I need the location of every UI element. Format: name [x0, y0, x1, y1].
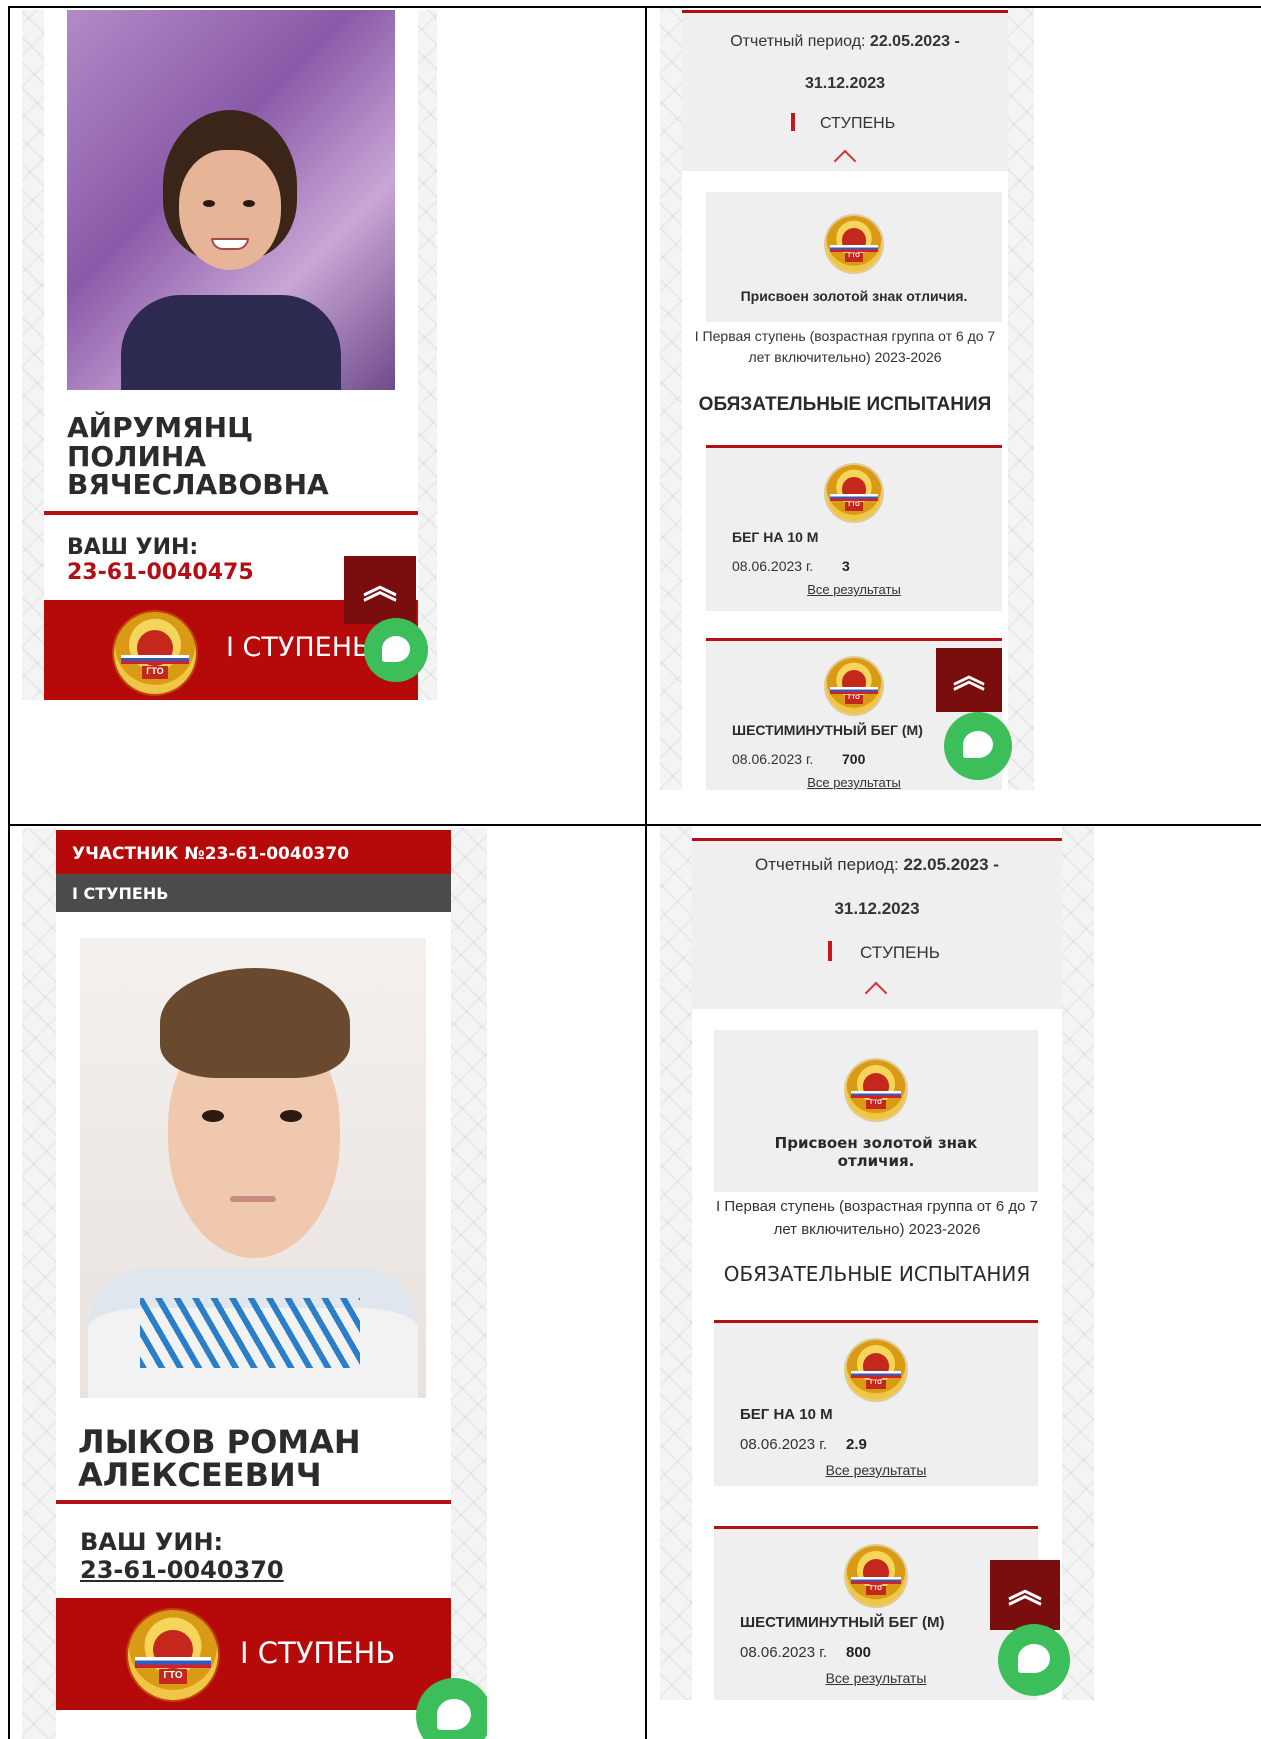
chat-bubble-icon — [437, 1699, 471, 1730]
scroll-top-button[interactable]: ︽ — [990, 1560, 1060, 1630]
double-chevron-up-icon: ︽ — [1008, 1572, 1042, 1610]
stage-roman-mark — [828, 941, 832, 961]
participant-photo — [80, 938, 426, 1398]
results-screenshot-d: Отчетный период: 22.05.2023 - 31.12.2023… — [660, 826, 1094, 1700]
all-results-link[interactable]: Все результаты — [714, 1462, 1038, 1478]
stage-header-bar: I СТУПЕНЬ — [56, 874, 451, 912]
name-divider — [44, 511, 418, 515]
uin-value[interactable]: 23-61-0040475 — [67, 560, 254, 585]
participant-name: ЛЫКОВ РОМАН АЛЕКСЕЕВИЧ — [78, 1423, 361, 1494]
period-header: Отчетный период: 22.05.2023 - 31.12.2023… — [682, 13, 1008, 173]
stage-heading: СТУПЕНЬ — [860, 943, 940, 962]
test-value: 3 — [842, 558, 850, 574]
stage-roman-mark — [791, 113, 795, 131]
section-title: ОБЯЗАТЕЛЬНЫЕ ИСПЫТАНИЯ — [723, 1262, 1031, 1286]
section-title: ОБЯЗАТЕЛЬНЫЕ ИСПЫТАНИЯ — [698, 394, 992, 415]
test-date: 08.06.2023 г. — [740, 1644, 828, 1661]
chat-bubble-icon — [963, 731, 993, 759]
gto-gold-badge-icon: ГТО — [846, 1340, 906, 1400]
name-divider — [56, 1500, 451, 1504]
chat-bubble-icon — [1018, 1644, 1050, 1673]
test-name: ШЕСТИМИНУТНЫЙ БЕГ (М) — [732, 722, 923, 738]
age-group-text: I Первая ступень (возрастная группа от 6… — [694, 328, 996, 365]
gto-gold-badge-icon: ГТО — [846, 1060, 906, 1120]
double-chevron-up-icon: ︽ — [952, 658, 985, 694]
test-value: 2.9 — [846, 1436, 867, 1453]
gto-gold-badge-icon: ГТО — [826, 216, 882, 272]
uin-value[interactable]: 23-61-0040370 — [80, 1556, 284, 1584]
chat-button[interactable] — [364, 618, 428, 682]
period-end: 31.12.2023 — [834, 899, 920, 918]
stage-banner: ГТО I СТУПЕНЬ — [56, 1598, 451, 1710]
test-date: 08.06.2023 г. — [732, 751, 814, 767]
test-date: 08.06.2023 г. — [732, 558, 814, 574]
test-value: 800 — [846, 1644, 872, 1661]
period-text: Отчетный период: 22.05.2023 - — [730, 33, 960, 50]
test-name: БЕГ НА 10 М — [740, 1406, 833, 1423]
gto-gold-badge-icon: ГТО — [826, 658, 882, 714]
period-header: Отчетный период: 22.05.2023 - 31.12.2023… — [692, 841, 1062, 1009]
gto-gold-badge-icon: ГТО — [826, 465, 882, 521]
all-results-link[interactable]: Все результаты — [706, 775, 1002, 790]
stage-label: I СТУПЕНЬ — [226, 632, 371, 663]
profile-screenshot-c: УЧАСТНИК №23-61-0040370 I СТУПЕНЬ ЛЫКОВ … — [22, 828, 487, 1739]
period-text: Отчетный период: 22.05.2023 - — [755, 855, 999, 874]
all-results-link[interactable]: Все результаты — [706, 582, 1002, 597]
stage-heading: СТУПЕНЬ — [820, 115, 896, 132]
uin-label: ВАШ УИН: — [67, 535, 199, 560]
test-name: БЕГ НА 10 М — [732, 529, 819, 545]
chat-button[interactable] — [998, 1624, 1070, 1696]
profile-card: УЧАСТНИК №23-61-0040370 I СТУПЕНЬ ЛЫКОВ … — [56, 828, 451, 1739]
chat-bubble-icon — [381, 635, 411, 662]
test-name: ШЕСТИМИНУТНЫЙ БЕГ (М) — [740, 1614, 945, 1631]
award-text: Присвоен золотой знак отличия. — [774, 1134, 978, 1170]
age-group-text: I Первая ступень (возрастная группа от 6… — [716, 1198, 1038, 1238]
gto-gold-badge-icon: ГТО — [846, 1546, 906, 1606]
double-chevron-up-icon: ︽ — [363, 568, 397, 606]
scroll-top-button[interactable]: ︽ — [344, 556, 416, 624]
award-box: ГТО Присвоен золотой знак отличия. — [706, 192, 1002, 322]
participant-number-bar: УЧАСТНИК №23-61-0040370 — [56, 830, 451, 874]
stage-label: I СТУПЕНЬ — [240, 1636, 396, 1670]
all-results-link[interactable]: Все результаты — [714, 1670, 1038, 1686]
grid-vertical-divider — [645, 6, 647, 1739]
test-card: ГТО БЕГ НА 10 М 08.06.2023 г. 3 Все резу… — [706, 445, 1002, 611]
gto-gold-badge-icon: ГТО — [114, 612, 196, 694]
award-text: Присвоен золотой знак отличия. — [740, 288, 968, 304]
test-card: ГТО БЕГ НА 10 М 08.06.2023 г. 2.9 Все ре… — [714, 1320, 1038, 1486]
participant-name: АЙРУМЯНЦ ПОЛИНА ВЯЧЕСЛАВОВНА — [67, 411, 329, 502]
test-date: 08.06.2023 г. — [740, 1436, 828, 1453]
results-screenshot-b: Отчетный период: 22.05.2023 - 31.12.2023… — [660, 8, 1034, 790]
uin-label: ВАШ УИН: — [80, 1528, 224, 1556]
collapse-chevron-icon[interactable] — [864, 981, 888, 1005]
scroll-top-button[interactable]: ︽ — [936, 648, 1002, 712]
test-value: 700 — [842, 751, 866, 767]
period-end: 31.12.2023 — [804, 75, 886, 92]
participant-photo — [67, 10, 395, 390]
profile-screenshot-a: АЙРУМЯНЦ ПОЛИНА ВЯЧЕСЛАВОВНА ВАШ УИН: 23… — [22, 10, 437, 700]
collapse-chevron-icon[interactable] — [833, 149, 857, 173]
award-box: ГТО Присвоен золотой знак отличия. — [714, 1030, 1038, 1192]
gto-gold-badge-icon: ГТО — [128, 1610, 218, 1700]
chat-button[interactable] — [944, 712, 1012, 780]
